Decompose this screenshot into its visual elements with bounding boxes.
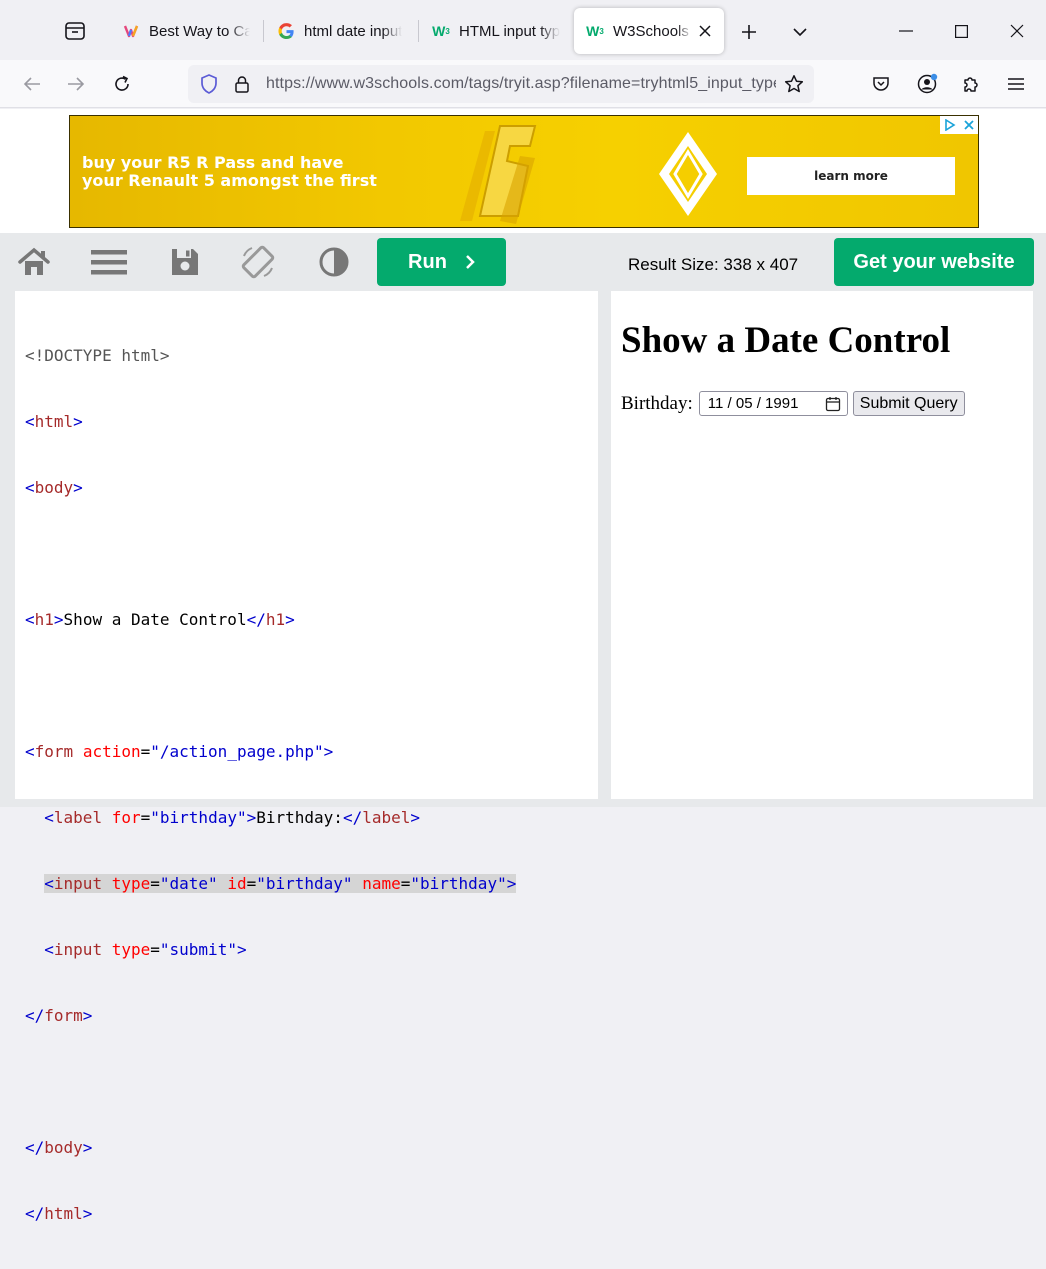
minimize-window-icon[interactable] [889,18,923,44]
tab-title: Best Way to Ca [149,22,250,40]
learn-more-button[interactable]: learn more [747,157,955,195]
code-content[interactable]: <!DOCTYPE html> <html> <body> <h1>Show a… [25,301,517,1269]
navigation-bar: https://www.w3schools.com/tags/tryit.asp… [0,60,1046,108]
colorful-logo-icon [122,22,140,40]
url-text: https://www.w3schools.com/tags/tryit.asp… [266,75,776,92]
tryit-toolbar: Run Result Size: 338 x 407 Get your webs… [0,233,1046,291]
rotate-orientation-icon[interactable] [240,245,276,279]
tab-html-date-input[interactable]: html date input [265,8,415,54]
run-button-label: Run [408,250,447,273]
tab-list-icon[interactable] [64,20,86,42]
home-icon[interactable] [16,247,52,277]
advertisement-banner[interactable]: buy your R5 R Pass and have your Renault… [69,115,979,228]
save-floppy-icon[interactable] [167,247,203,277]
code-line: </body> [25,1138,93,1157]
result-size-label: Result Size: 338 x 407 [628,255,799,274]
date-value: 11 / 05 / 1991 [707,395,799,412]
tab-separator [263,20,264,42]
code-line: <html> [25,412,83,431]
renault-logo-icon [659,132,717,216]
back-arrow-icon[interactable] [18,72,46,96]
submit-query-button[interactable]: Submit Query [852,391,965,416]
shield-icon[interactable] [198,74,220,94]
result-heading: Show a Date Control [621,320,951,361]
ad-headline: buy your R5 R Pass and have your Renault… [82,154,377,190]
maximize-window-icon[interactable] [944,18,978,44]
chevron-right-icon [466,255,475,269]
birthday-label: Birthday: [621,392,693,414]
tab-html-input-type[interactable]: W3 HTML input typ [420,8,570,54]
code-line: <h1>Show a Date Control</h1> [25,610,295,629]
menu-lines-icon[interactable] [91,247,127,277]
tab-separator [418,20,419,42]
tab-best-way[interactable]: Best Way to Ca [110,8,260,54]
ad-choices[interactable] [940,116,978,134]
url-bar[interactable]: https://www.w3schools.com/tags/tryit.asp… [188,65,814,103]
code-editor[interactable]: <!DOCTYPE html> <html> <body> <h1>Show a… [15,291,598,1223]
pocket-icon[interactable] [867,72,895,96]
code-line: <form action="/action_page.php"> [25,742,334,761]
code-line-highlighted: <input type="date" id="birthday" name="b… [44,874,517,893]
tab-w3schools-tryit[interactable]: W3 W3Schools T [574,8,724,54]
lock-icon[interactable] [232,74,252,94]
tab-title: html date input [304,22,403,40]
code-line: </html> [25,1204,93,1223]
list-all-tabs-icon[interactable] [786,20,814,44]
code-line: <input type="submit"> [44,940,247,959]
close-tab-icon[interactable] [696,21,714,41]
page-content: buy your R5 R Pass and have your Renault… [0,109,1046,1223]
code-line: <label for="birthday">Birthday:</label> [44,808,421,827]
google-g-icon [277,22,295,40]
reload-icon[interactable] [108,72,136,96]
run-button[interactable]: Run [377,238,506,286]
ad-text-line: buy your R5 R Pass and have [82,153,344,172]
calendar-icon[interactable] [825,396,841,412]
result-frame: Show a Date Control Birthday: 11 / 05 / … [611,291,1033,799]
ad-close-icon[interactable] [964,120,974,130]
tab-title: W3Schools T [613,22,692,40]
doctype-token: <!DOCTYPE html> [25,346,170,365]
w3schools-logo-icon: W3 [586,23,604,39]
ad-choices-play-icon[interactable] [944,119,956,131]
ad-strip: buy your R5 R Pass and have your Renault… [0,109,1046,233]
w3schools-logo-icon: W3 [432,23,450,39]
forward-arrow-icon[interactable] [62,72,90,96]
tab-strip: Best Way to Ca html date input W3 HTML i… [0,0,1046,60]
account-avatar-icon[interactable] [912,71,942,97]
code-line: <body> [25,478,83,497]
bookmark-star-icon[interactable] [782,73,806,95]
birthday-date-input[interactable]: 11 / 05 / 1991 [698,391,848,416]
hamburger-menu-icon[interactable] [1002,72,1030,96]
result-form: Birthday: 11 / 05 / 1991 Submit Query [621,391,965,416]
extensions-puzzle-icon[interactable] [957,72,985,96]
new-tab-button[interactable] [735,20,763,44]
r5-logo-graphic [460,125,537,224]
contrast-theme-icon[interactable] [316,247,352,277]
close-window-icon[interactable] [1000,18,1034,44]
ad-text-line: your Renault 5 amongst the first [82,171,377,190]
get-your-website-button[interactable]: Get your website [834,238,1034,286]
code-line: </form> [25,1006,93,1025]
code-line: <!DOCTYPE html> [25,345,516,367]
tab-title: HTML input typ [459,22,560,40]
